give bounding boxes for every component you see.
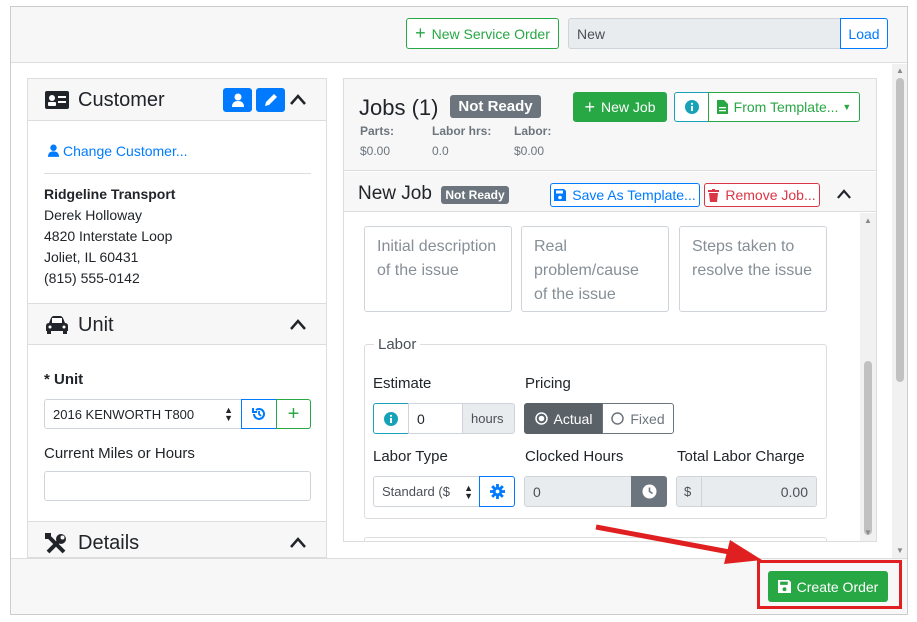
jobs-status-badge: Not Ready xyxy=(450,95,541,118)
total-labor-input: 0.00 xyxy=(701,476,817,507)
add-unit-button[interactable]: + xyxy=(276,399,311,429)
pricing-label: Pricing xyxy=(525,375,571,392)
cause-textarea[interactable]: Real problem/cause of the issue xyxy=(521,226,669,312)
chevron-up-icon[interactable] xyxy=(290,537,306,548)
clock-icon xyxy=(642,484,656,499)
labor-legend: Labor xyxy=(374,336,421,353)
plus-icon: + xyxy=(287,402,300,425)
customer-address2: Joliet, IL 60431 xyxy=(44,249,139,265)
history-icon xyxy=(252,408,265,420)
chevron-up-icon[interactable] xyxy=(290,94,306,105)
labor-value: $0.00 xyxy=(514,144,545,158)
order-number-input[interactable]: New xyxy=(568,18,841,49)
plus-icon: + xyxy=(584,96,596,117)
details-title: Details xyxy=(78,532,140,554)
labor-type-label: Labor Type xyxy=(373,448,448,465)
clocked-hours-input: 0 xyxy=(524,476,632,507)
change-customer-link[interactable]: Change Customer... xyxy=(48,143,188,159)
car-icon xyxy=(46,316,68,334)
currency-addon: $ xyxy=(676,476,702,507)
customer-contact: Derek Holloway xyxy=(44,207,143,223)
customer-phone: (815) 555-0142 xyxy=(44,270,140,286)
labor-hrs-label: Labor hrs: xyxy=(432,124,492,138)
jobs-panel: Jobs (1) Not Ready + New Job From Templat… xyxy=(343,78,877,542)
job-scrollbar-thumb[interactable] xyxy=(864,361,872,535)
unit-select[interactable]: 2016 KENWORTH T800 ▲ ▼ xyxy=(44,399,242,429)
user-icon xyxy=(231,93,244,107)
load-button[interactable]: Load xyxy=(840,18,888,49)
labor-type-settings-button[interactable] xyxy=(479,476,515,507)
radio-unchecked-icon xyxy=(611,412,625,425)
estimate-label: Estimate xyxy=(373,375,432,392)
estimate-input[interactable]: 0 xyxy=(408,403,463,434)
create-order-button[interactable]: Create Order xyxy=(768,571,888,602)
save-as-template-button[interactable]: Save As Template... xyxy=(550,183,700,207)
select-arrows-icon: ▲ ▼ xyxy=(224,405,233,423)
labor-label: Labor: xyxy=(514,124,552,138)
user-icon xyxy=(48,144,59,157)
complaint-textarea[interactable]: Initial description of the issue xyxy=(364,226,512,312)
unit-header: Unit xyxy=(28,303,326,345)
scroll-up-icon[interactable]: ▲ xyxy=(896,66,904,75)
clocked-hours-label: Clocked Hours xyxy=(525,448,624,465)
pricing-fixed-radio[interactable]: Fixed xyxy=(602,403,674,434)
parts-label: Parts: xyxy=(360,124,395,138)
main-scrollbar-thumb[interactable] xyxy=(896,78,904,382)
miles-input[interactable] xyxy=(44,471,311,501)
job-status-badge: Not Ready xyxy=(441,186,509,204)
pricing-actual-radio[interactable]: Actual xyxy=(524,403,603,434)
new-job-button[interactable]: + New Job xyxy=(573,92,667,122)
new-service-order-button[interactable]: + New Service Order xyxy=(406,18,559,49)
save-icon xyxy=(777,580,791,593)
chevron-up-icon[interactable] xyxy=(837,189,851,199)
file-icon xyxy=(716,100,728,114)
radio-checked-icon xyxy=(534,412,548,425)
remove-job-button[interactable]: Remove Job... xyxy=(704,183,820,207)
template-info-button[interactable] xyxy=(674,92,709,122)
gear-icon xyxy=(489,484,505,499)
labor-hrs-value: 0.0 xyxy=(432,144,449,158)
jobs-title: Jobs (1) xyxy=(359,95,439,120)
plus-icon: + xyxy=(415,23,426,43)
id-card-icon xyxy=(45,91,69,109)
details-header: Details xyxy=(28,521,326,557)
info-icon xyxy=(684,100,699,114)
labor-type-select[interactable]: Standard ($ ▲ ▼ xyxy=(373,476,480,507)
unit-title: Unit xyxy=(78,314,114,336)
hours-addon: hours xyxy=(462,403,515,434)
trash-icon xyxy=(708,188,720,202)
chevron-up-icon[interactable] xyxy=(290,319,306,330)
caret-down-icon: ▼ xyxy=(842,102,852,112)
unit-history-button[interactable] xyxy=(241,399,277,429)
miles-label: Current Miles or Hours xyxy=(44,445,195,462)
divider xyxy=(44,173,311,174)
correction-textarea[interactable]: Steps taken to resolve the issue xyxy=(679,226,827,312)
customer-address1: 4820 Interstate Loop xyxy=(44,228,173,244)
from-template-dropdown[interactable]: From Template... ▼ xyxy=(708,92,860,122)
customer-edit-button[interactable] xyxy=(256,88,285,112)
customer-header: Customer xyxy=(28,79,326,121)
highlight-arrow-icon xyxy=(595,524,762,564)
total-labor-label: Total Labor Charge xyxy=(677,448,805,465)
parts-value: $0.00 xyxy=(360,144,391,158)
job-title: New Job xyxy=(358,183,432,204)
unit-label: * Unit xyxy=(44,371,84,388)
left-panel: Customer Change Customer... Ridgeline Tr… xyxy=(27,78,327,558)
scroll-down-icon[interactable]: ▼ xyxy=(896,546,904,555)
customer-company: Ridgeline Transport xyxy=(44,186,176,202)
estimate-info-button[interactable] xyxy=(373,403,409,434)
customer-title: Customer xyxy=(78,89,165,111)
tools-icon xyxy=(45,533,66,554)
select-arrows-icon: ▲ ▼ xyxy=(464,483,473,501)
clock-button[interactable] xyxy=(631,476,667,507)
info-icon xyxy=(384,411,398,426)
customer-select-button[interactable] xyxy=(223,88,252,112)
scroll-down-icon[interactable]: ▼ xyxy=(864,528,872,537)
pencil-icon xyxy=(264,94,277,106)
scroll-up-icon[interactable]: ▲ xyxy=(864,216,872,225)
save-icon xyxy=(554,189,567,201)
